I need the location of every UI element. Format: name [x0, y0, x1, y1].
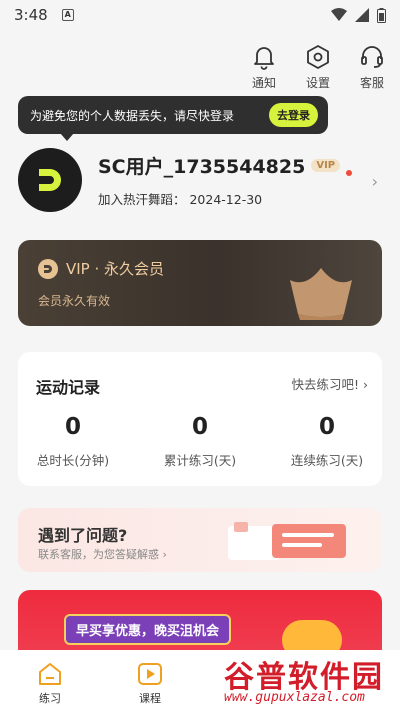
settings-label: 设置	[305, 76, 330, 90]
login-reminder-tooltip: 为避免您的个人数据丢失，请尽快登录 去登录	[18, 96, 328, 141]
stat-value: 0	[191, 414, 208, 440]
play-icon	[138, 663, 162, 685]
stat-value: 0	[318, 414, 335, 440]
status-right-icons	[331, 7, 386, 23]
home-icon	[39, 663, 61, 685]
tab-practice-label: 练习	[39, 692, 61, 705]
a-notification-icon: A	[61, 9, 74, 21]
go-practice-link[interactable]: 快去练习吧! ›	[292, 374, 368, 393]
customer-service-label: 客服	[359, 76, 384, 90]
avatar[interactable]	[18, 148, 82, 212]
vip-membership-card[interactable]: VIP · 永久会员 会员永久有效	[18, 240, 382, 326]
battery-icon	[377, 7, 386, 23]
notification-button[interactable]: 通知	[246, 44, 282, 91]
vip-coin-icon	[38, 258, 58, 279]
help-title: 遇到了问题?	[38, 526, 128, 545]
watermark-url: www.gupuxlazal.com	[224, 690, 365, 705]
notification-label: 通知	[251, 76, 276, 90]
chat-bubble-icon	[228, 522, 346, 560]
settings-hexagon-icon	[307, 45, 329, 69]
vip-title-row: VIP · 永久会员	[38, 258, 164, 279]
settings-button[interactable]: 设置	[300, 44, 336, 91]
watermark: 谷普软件园 www.gupuxlazal.com	[210, 648, 400, 712]
vip-subtitle: 会员永久有效	[38, 294, 111, 308]
stat-label: 累计练习(天)	[163, 453, 237, 468]
stat-label: 连续练习(天)	[290, 453, 364, 468]
wifi-icon	[331, 8, 347, 21]
help-card[interactable]: 遇到了问题? 联系客服，为您答疑解惑 ›	[18, 508, 382, 572]
profile-info: SC用户_1735544825 VIP 加入热汗舞蹈： 2024-12-30	[98, 152, 353, 208]
app-logo-icon	[39, 169, 61, 191]
profile-name-row: SC用户_1735544825 VIP	[98, 152, 353, 179]
login-button[interactable]: 去登录	[269, 103, 318, 127]
exercise-record-card: 运动记录 快去练习吧! › 0 总时长(分钟) 0 累计练习(天) 0 连续练习…	[18, 352, 382, 486]
promo-pill: 早买享优惠，晚买沮机会	[64, 614, 232, 645]
status-bar: 3:48 A	[0, 0, 400, 30]
profile-row[interactable]: SC用户_1735544825 VIP 加入热汗舞蹈： 2024-12-30 ›	[18, 148, 384, 212]
top-actions: 通知 设置 客服	[246, 44, 390, 91]
exercise-record-title: 运动记录	[36, 378, 101, 397]
stat-cumulative-days: 0 累计练习(天)	[145, 414, 255, 469]
username: SC用户_1735544825	[98, 156, 306, 178]
signal-icon	[355, 8, 369, 22]
vip-badge: VIP	[311, 159, 341, 172]
tab-practice[interactable]: 练习	[0, 650, 100, 712]
tab-course-label: 课程	[139, 692, 161, 705]
join-date: 加入热汗舞蹈： 2024-12-30	[98, 192, 263, 207]
login-reminder-text: 为避免您的个人数据丢失，请尽快登录	[30, 108, 235, 123]
stat-total-duration: 0 总时长(分钟)	[18, 414, 128, 469]
bell-icon	[254, 47, 274, 70]
tab-course[interactable]: 课程	[100, 650, 200, 712]
headset-icon	[361, 46, 383, 68]
stat-streak-days: 0 连续练习(天)	[272, 414, 382, 469]
stat-label: 总时长(分钟)	[36, 453, 110, 468]
help-subtitle: 联系客服，为您答疑解惑 ›	[38, 548, 167, 561]
stat-value: 0	[64, 414, 81, 440]
vip-crown-icon	[290, 268, 352, 320]
customer-service-button[interactable]: 客服	[354, 44, 390, 91]
chevron-right-icon: ›	[371, 172, 378, 191]
vip-title: VIP · 永久会员	[66, 260, 165, 278]
status-time: 3:48	[14, 6, 48, 24]
unread-dot	[346, 169, 353, 176]
